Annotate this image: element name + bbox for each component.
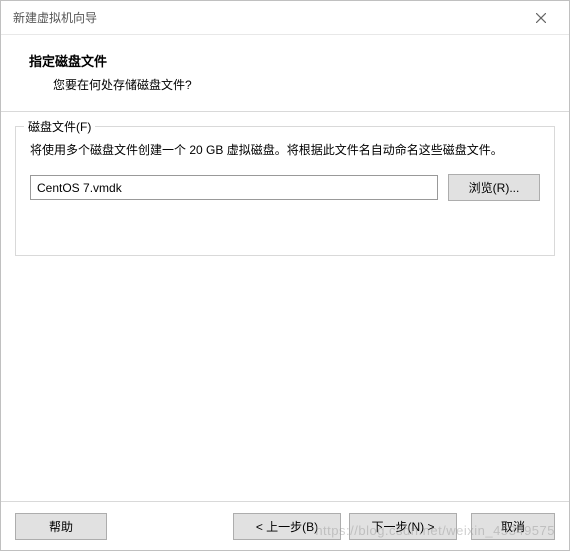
close-button[interactable] [521, 3, 561, 33]
help-button[interactable]: 帮助 [15, 513, 107, 540]
back-button[interactable]: < 上一步(B) [233, 513, 341, 540]
file-row: 浏览(R)... [30, 174, 540, 201]
next-button[interactable]: 下一步(N) > [349, 513, 457, 540]
wizard-window: 新建虚拟机向导 指定磁盘文件 您要在何处存储磁盘文件? 磁盘文件(F) 将使用多… [0, 0, 570, 551]
content-area: 磁盘文件(F) 将使用多个磁盘文件创建一个 20 GB 虚拟磁盘。将根据此文件名… [1, 111, 569, 502]
browse-button[interactable]: 浏览(R)... [448, 174, 540, 201]
titlebar: 新建虚拟机向导 [1, 1, 569, 35]
button-bar: 帮助 < 上一步(B) 下一步(N) > 取消 [1, 502, 569, 550]
window-title: 新建虚拟机向导 [13, 9, 97, 26]
page-subtitle: 您要在何处存储磁盘文件? [53, 76, 541, 93]
close-icon [536, 13, 546, 23]
wizard-header: 指定磁盘文件 您要在何处存储磁盘文件? [1, 35, 569, 111]
group-description: 将使用多个磁盘文件创建一个 20 GB 虚拟磁盘。将根据此文件名自动命名这些磁盘… [30, 141, 540, 160]
page-title: 指定磁盘文件 [29, 51, 541, 70]
cancel-button[interactable]: 取消 [471, 513, 555, 540]
disk-file-input[interactable] [30, 175, 438, 200]
group-legend: 磁盘文件(F) [24, 118, 95, 135]
disk-file-group: 磁盘文件(F) 将使用多个磁盘文件创建一个 20 GB 虚拟磁盘。将根据此文件名… [15, 126, 555, 256]
